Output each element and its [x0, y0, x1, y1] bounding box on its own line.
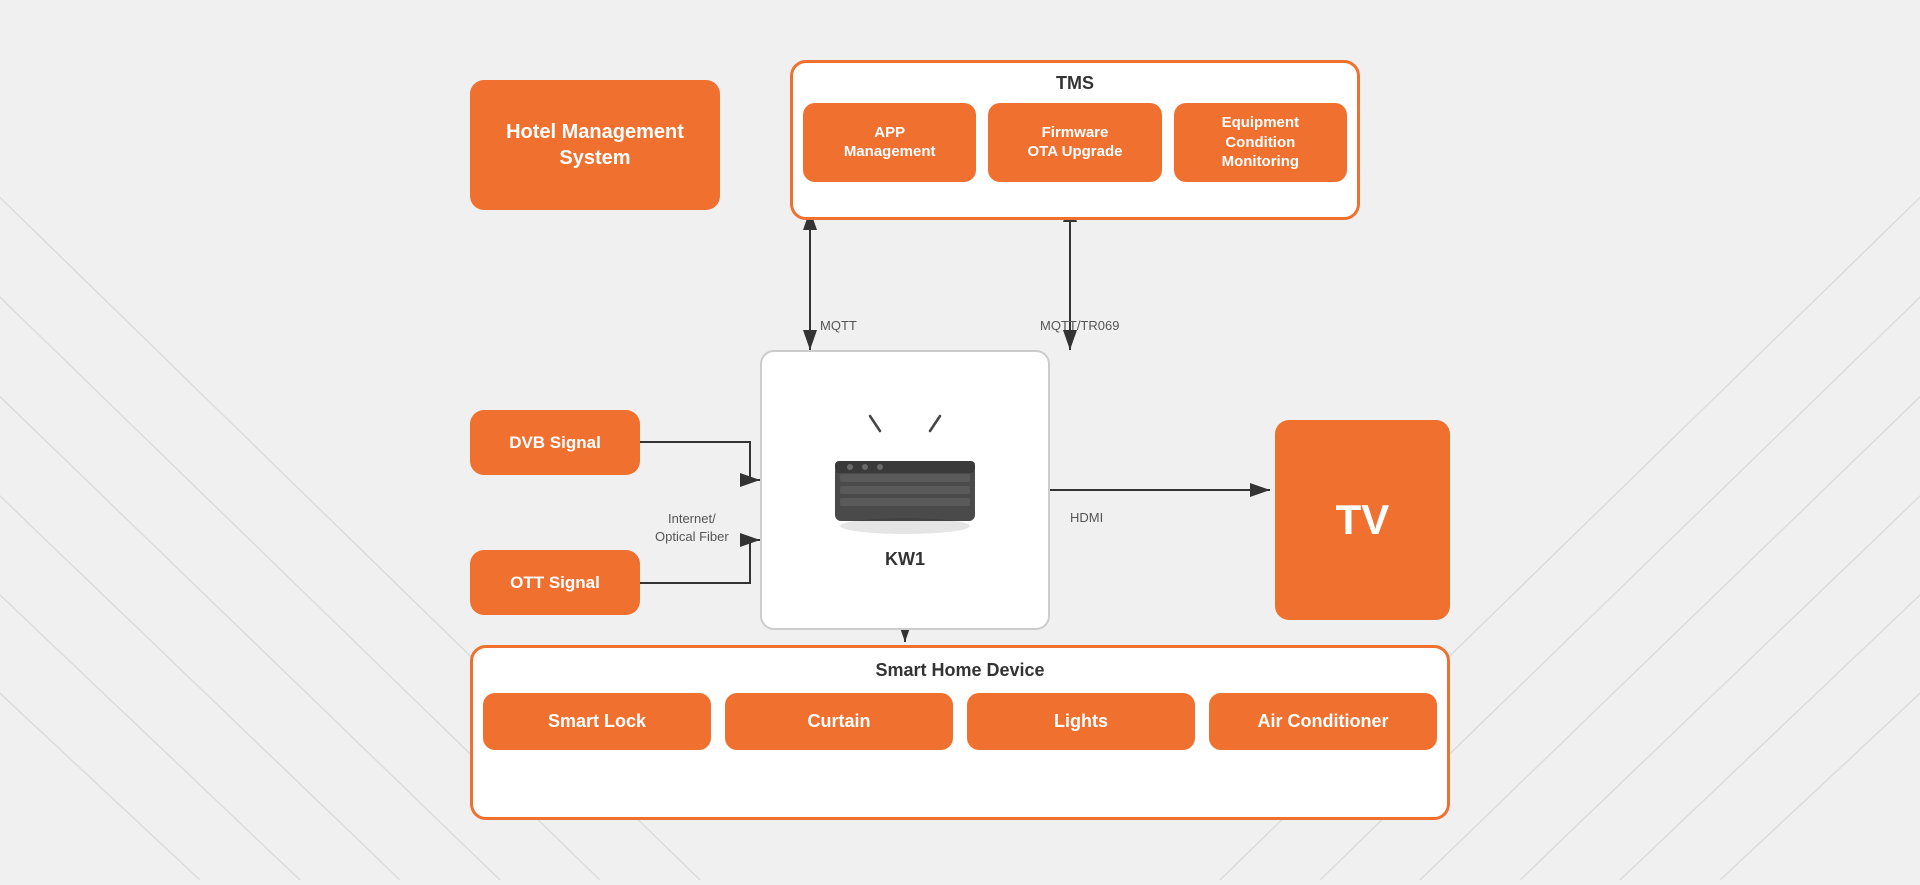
- firmware-ota-box: Firmware OTA Upgrade: [988, 103, 1161, 182]
- hdmi-label: HDMI: [1070, 510, 1103, 525]
- hotel-management-box: Hotel Management System: [470, 80, 720, 210]
- tms-container: TMS APP Management Firmware OTA Upgrade …: [790, 60, 1360, 220]
- tv-box: TV: [1275, 420, 1450, 620]
- mqtt-tr069-label: MQTT/TR069: [1040, 318, 1119, 333]
- lights-box: Lights: [967, 693, 1195, 750]
- router-illustration: [815, 411, 995, 541]
- smart-home-label: Smart Home Device: [875, 660, 1044, 681]
- architecture-diagram: TMS APP Management Firmware OTA Upgrade …: [470, 60, 1450, 820]
- kw1-label: KW1: [885, 549, 925, 570]
- ott-signal-box: OTT Signal: [470, 550, 640, 615]
- dvb-signal-box: DVB Signal: [470, 410, 640, 475]
- equipment-monitoring-box: Equipment Condition Monitoring: [1174, 103, 1347, 182]
- kw1-container: KW1: [760, 350, 1050, 630]
- tms-label: TMS: [1056, 73, 1094, 94]
- tms-boxes: APP Management Firmware OTA Upgrade Equi…: [803, 103, 1347, 182]
- smart-lock-box: Smart Lock: [483, 693, 711, 750]
- app-management-box: APP Management: [803, 103, 976, 182]
- curtain-box: Curtain: [725, 693, 953, 750]
- smart-home-container: Smart Home Device Smart Lock Curtain Lig…: [470, 645, 1450, 820]
- main-content: TMS APP Management Firmware OTA Upgrade …: [0, 0, 1920, 880]
- air-conditioner-box: Air Conditioner: [1209, 693, 1437, 750]
- mqtt-label: MQTT: [820, 318, 857, 333]
- smart-home-devices: Smart Lock Curtain Lights Air Conditione…: [483, 693, 1437, 750]
- internet-label: Internet/ Optical Fiber: [655, 510, 729, 546]
